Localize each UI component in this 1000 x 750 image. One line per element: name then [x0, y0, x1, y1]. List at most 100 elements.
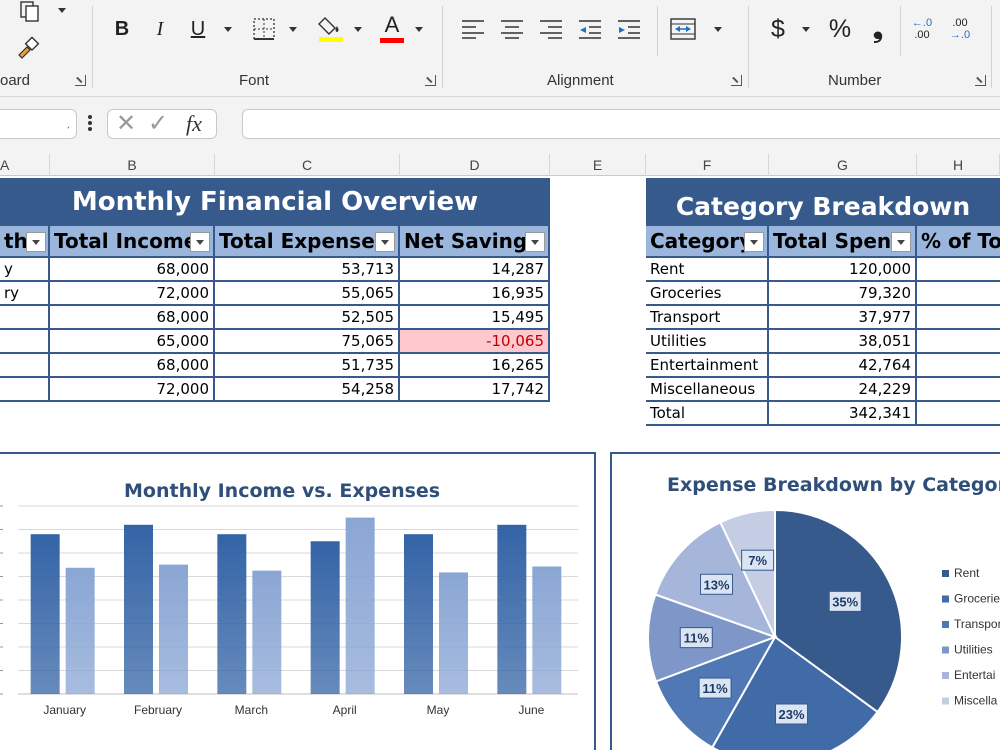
month-cell[interactable]: y — [0, 258, 50, 282]
header-category[interactable]: Category — [646, 226, 769, 258]
filter-dropdown-icon[interactable] — [26, 232, 46, 252]
percent-cell[interactable] — [917, 258, 1000, 282]
expenses-cell[interactable]: 75,065 — [215, 330, 400, 354]
column-header-c[interactable]: C — [215, 154, 400, 176]
clipboard-launcher-icon[interactable] — [75, 75, 86, 86]
header-total-income[interactable]: Total Income — [50, 226, 215, 258]
column-header-a[interactable]: A — [0, 154, 50, 176]
bar-january-series-2[interactable] — [65, 567, 95, 694]
insert-function-button[interactable]: fx — [186, 110, 202, 138]
filter-dropdown-icon[interactable] — [375, 232, 395, 252]
expenses-cell[interactable]: 55,065 — [215, 282, 400, 306]
align-left-icon[interactable] — [460, 16, 486, 42]
decrease-decimal-icon[interactable]: .00 →.0 — [946, 15, 974, 43]
bar-april-series-2[interactable] — [345, 517, 375, 694]
formula-bar-options-icon[interactable] — [88, 115, 94, 135]
font-color-icon[interactable]: A — [378, 12, 406, 44]
cancel-icon[interactable]: ✕ — [116, 110, 136, 138]
category-cell[interactable]: Entertainment — [646, 354, 769, 378]
savings-cell[interactable]: 14,287 — [400, 258, 550, 282]
header-total-expenses[interactable]: Total Expenses — [215, 226, 400, 258]
spent-cell[interactable]: 120,000 — [769, 258, 917, 282]
font-launcher-icon[interactable] — [425, 75, 436, 86]
bar-may-series-1[interactable] — [404, 534, 433, 694]
percent-cell[interactable] — [917, 354, 1000, 378]
header-month[interactable]: th — [0, 226, 50, 258]
header-net-savings[interactable]: Net Savings — [400, 226, 550, 258]
format-painter-icon[interactable] — [14, 34, 42, 62]
bar-february-series-1[interactable] — [124, 524, 153, 694]
copy-dropdown-icon[interactable] — [58, 8, 66, 13]
income-cell[interactable]: 65,000 — [50, 330, 215, 354]
increase-indent-icon[interactable] — [616, 16, 642, 42]
filter-dropdown-icon[interactable] — [525, 232, 545, 252]
category-cell[interactable]: Groceries — [646, 282, 769, 306]
bar-june-series-2[interactable] — [532, 566, 562, 694]
legend-entry[interactable]: Rent — [954, 566, 980, 580]
spent-cell[interactable]: 24,229 — [769, 378, 917, 402]
legend-entry[interactable]: Miscella — [954, 694, 998, 708]
underline-dropdown-icon[interactable] — [224, 27, 232, 32]
percent-cell[interactable] — [917, 306, 1000, 330]
percent-cell[interactable] — [917, 402, 1000, 426]
spent-cell[interactable]: 42,764 — [769, 354, 917, 378]
percent-button[interactable]: % — [826, 14, 854, 44]
income-expenses-chart[interactable]: Monthly Income vs. Expenses January Febru… — [0, 452, 596, 750]
column-header-h[interactable]: H — [917, 154, 1000, 176]
merge-dropdown-icon[interactable] — [714, 27, 722, 32]
month-cell[interactable] — [0, 330, 50, 354]
column-header-d[interactable]: D — [400, 154, 550, 176]
bar-may-series-2[interactable] — [439, 572, 468, 694]
category-cell[interactable]: Total — [646, 402, 769, 426]
income-cell[interactable]: 68,000 — [50, 306, 215, 330]
income-cell[interactable]: 68,000 — [50, 258, 215, 282]
income-cell[interactable]: 72,000 — [50, 378, 215, 402]
borders-icon[interactable] — [251, 16, 277, 42]
bar-february-series-2[interactable] — [159, 564, 188, 694]
bar-march-series-2[interactable] — [252, 570, 282, 694]
bar-march-series-1[interactable] — [217, 534, 247, 694]
column-header-f[interactable]: F — [646, 154, 769, 176]
spent-cell[interactable]: 38,051 — [769, 330, 917, 354]
percent-cell[interactable] — [917, 282, 1000, 306]
expenses-cell[interactable]: 51,735 — [215, 354, 400, 378]
month-cell[interactable]: ry — [0, 282, 50, 306]
borders-dropdown-icon[interactable] — [289, 27, 297, 32]
decrease-indent-icon[interactable] — [577, 16, 603, 42]
name-box[interactable]: ˏ — [0, 109, 77, 139]
savings-cell[interactable]: 16,265 — [400, 354, 550, 378]
expenses-cell[interactable]: 53,713 — [215, 258, 400, 282]
align-right-icon[interactable] — [538, 16, 564, 42]
column-header-b[interactable]: B — [50, 154, 215, 176]
legend-entry[interactable]: Transpor — [954, 617, 1000, 631]
header-percent-of-total[interactable]: % of Tot — [917, 226, 1000, 258]
bar-april-series-1[interactable] — [310, 541, 340, 694]
expense-breakdown-chart[interactable]: Expense Breakdown by Category 35% 23% 11% 1… — [610, 452, 1000, 750]
filter-dropdown-icon[interactable] — [190, 232, 210, 252]
filter-dropdown-icon[interactable] — [744, 232, 764, 252]
name-box-dropdown-icon[interactable]: ˏ — [66, 115, 70, 129]
bold-button[interactable]: B — [110, 16, 134, 42]
category-cell[interactable]: Utilities — [646, 330, 769, 354]
legend-entry[interactable]: Grocerie — [954, 592, 1000, 606]
comma-style-button[interactable]: ❟ — [868, 13, 888, 44]
font-color-dropdown-icon[interactable] — [415, 27, 423, 32]
alignment-launcher-icon[interactable] — [731, 75, 742, 86]
fill-color-dropdown-icon[interactable] — [354, 27, 362, 32]
underline-button[interactable]: U — [186, 16, 210, 42]
bar-january-series-1[interactable] — [30, 534, 60, 694]
column-header-g[interactable]: G — [769, 154, 917, 176]
italic-button[interactable]: I — [148, 16, 172, 42]
percent-cell[interactable] — [917, 330, 1000, 354]
income-cell[interactable]: 72,000 — [50, 282, 215, 306]
savings-cell[interactable]: 16,935 — [400, 282, 550, 306]
spent-cell[interactable]: 342,341 — [769, 402, 917, 426]
category-cell[interactable]: Rent — [646, 258, 769, 282]
bar-june-series-1[interactable] — [497, 524, 527, 694]
month-cell[interactable] — [0, 378, 50, 402]
currency-button[interactable]: $ — [766, 14, 790, 44]
savings-cell[interactable]: 17,742 — [400, 378, 550, 402]
savings-cell[interactable]: 15,495 — [400, 306, 550, 330]
merge-center-icon[interactable] — [669, 16, 697, 42]
number-launcher-icon[interactable] — [975, 75, 986, 86]
